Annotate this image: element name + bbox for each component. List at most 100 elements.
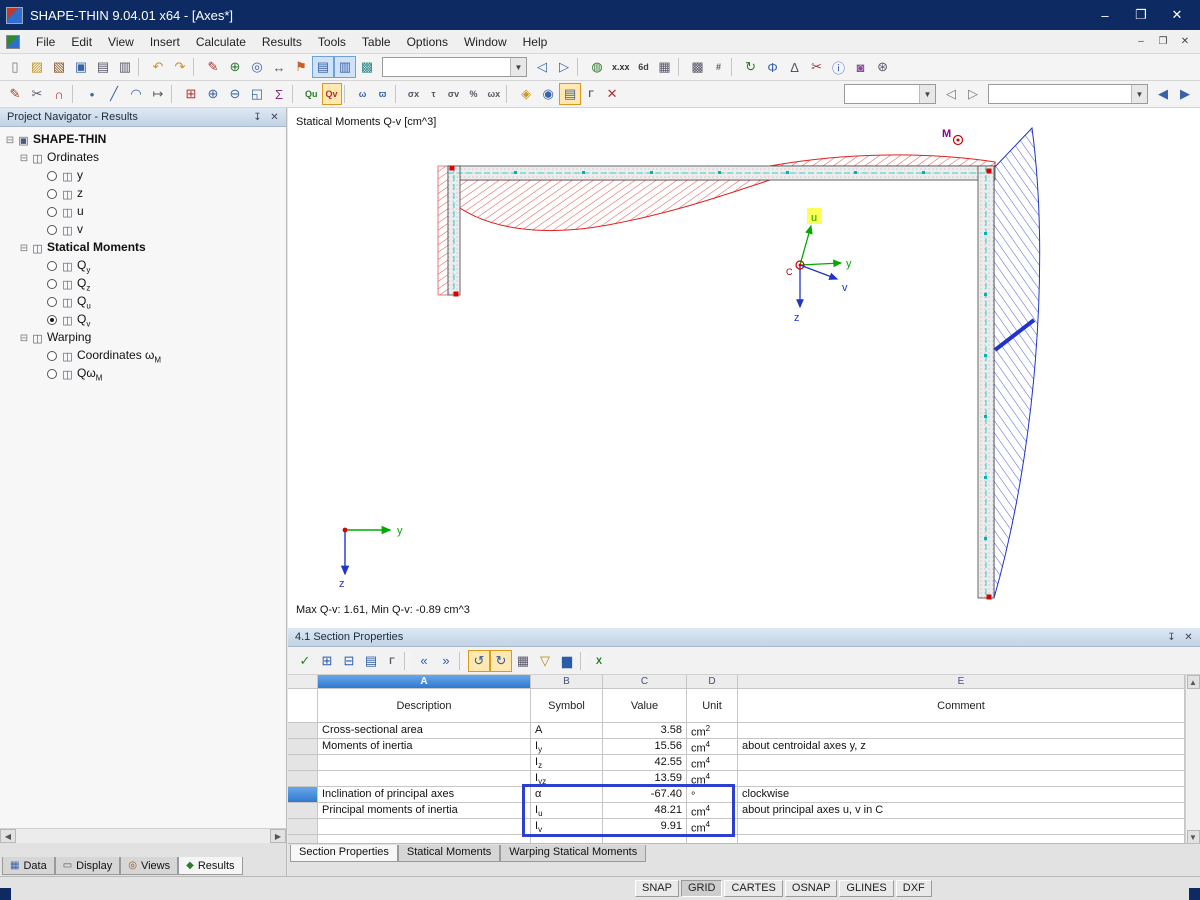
tab-results[interactable]: ◆ Results <box>178 857 242 875</box>
menu-item[interactable]: Tools <box>310 32 354 52</box>
mirror-icon[interactable]: Δ <box>784 56 806 78</box>
result-qu-icon[interactable]: Qu <box>301 83 322 105</box>
tree-item-qv[interactable]: ◫ Qv <box>0 311 286 329</box>
combo1-back-icon[interactable]: ◁ <box>940 83 962 105</box>
menu-item[interactable]: Help <box>515 32 556 52</box>
cell-value[interactable]: 13.59 <box>603 771 687 787</box>
menu-item[interactable]: Edit <box>63 32 100 52</box>
row-header[interactable] <box>288 755 318 771</box>
toolbar-icon[interactable] <box>72 85 79 103</box>
radio-icon[interactable] <box>47 369 57 379</box>
toggle-snap[interactable]: SNAP <box>635 880 679 897</box>
cell-description[interactable]: Cross-sectional area <box>318 723 531 739</box>
table-insert-icon[interactable]: ⊞ <box>316 650 338 672</box>
tree-expander-icon[interactable]: ⊟ <box>18 243 30 254</box>
toolbar-icon[interactable] <box>395 85 402 103</box>
tree-item-qu[interactable]: ◫ Qu <box>0 293 286 311</box>
cell-description[interactable] <box>318 819 531 835</box>
toggle-osnap[interactable]: OSNAP <box>785 880 838 897</box>
cell-comment[interactable] <box>738 771 1185 787</box>
print-preview-icon[interactable]: ▥ <box>114 56 136 78</box>
cell-description[interactable]: Inclination of principal axes <box>318 787 531 803</box>
jump-prev-icon[interactable]: « <box>413 650 435 672</box>
render-icon[interactable]: ▩ <box>356 56 378 78</box>
menu-item[interactable]: File <box>28 32 63 52</box>
row-header[interactable] <box>288 819 318 835</box>
options-icon[interactable]: ⊛ <box>872 56 894 78</box>
table-vscrollbar[interactable]: ▲ ▼ <box>1185 675 1200 844</box>
tab-data[interactable]: ▦ Data <box>2 857 55 875</box>
tree-expander-icon[interactable]: ⊟ <box>18 333 30 344</box>
result-qv-icon[interactable]: Qv <box>322 83 342 105</box>
tree-expander-icon[interactable]: ⊟ <box>18 153 30 164</box>
info-icon[interactable]: ⓘ <box>828 56 850 78</box>
cell-unit[interactable]: cm4 <box>687 739 738 755</box>
row-header[interactable] <box>288 803 318 819</box>
trim-icon[interactable]: ✂ <box>26 83 48 105</box>
scroll-down-icon[interactable]: ▼ <box>1187 830 1200 844</box>
column-letter-d[interactable]: D <box>687 675 738 689</box>
column-letter-c[interactable]: C <box>603 675 687 689</box>
close-results-icon[interactable]: ✕ <box>601 83 623 105</box>
toolbar-icon[interactable] <box>506 85 513 103</box>
printout-report-icon[interactable]: ▥ <box>334 56 356 78</box>
tree-item-coordinates-wm[interactable]: ◫ Coordinates ωM <box>0 347 286 365</box>
cell-comment[interactable]: about centroidal axes y, z <box>738 739 1185 755</box>
minimize-button[interactable]: – <box>1088 4 1122 26</box>
cell-value[interactable]: 9.91 <box>603 819 687 835</box>
tree-item-y[interactable]: ◫ y <box>0 167 286 185</box>
result-tau-icon[interactable]: τ <box>424 83 444 105</box>
visibility-icon[interactable]: ◈ <box>515 83 537 105</box>
row-header[interactable] <box>288 787 318 803</box>
cell-symbol[interactable]: Iv <box>531 819 603 835</box>
chevron-down-icon[interactable]: ▼ <box>1131 85 1147 103</box>
menu-item[interactable]: Insert <box>142 32 188 52</box>
resize-grip[interactable] <box>1189 888 1200 900</box>
cell-value[interactable]: -67.40 <box>603 787 687 803</box>
maximize-button[interactable]: ❐ <box>1124 4 1158 26</box>
tree-item-qy[interactable]: ◫ Qy <box>0 257 286 275</box>
toolbar-combo[interactable]: ▼ <box>382 57 527 77</box>
filter-icon[interactable]: ▽ <box>534 650 556 672</box>
cell-unit[interactable]: cm4 <box>687 803 738 819</box>
control-panel-icon[interactable]: ▤ <box>559 83 581 105</box>
cell-value[interactable]: 3.58 <box>603 723 687 739</box>
chart-icon[interactable]: ▆ <box>556 650 578 672</box>
radio-icon[interactable] <box>47 297 57 307</box>
section-drawing[interactable]: M u y v z C y z <box>288 108 1200 628</box>
redo-icon[interactable]: ↷ <box>169 56 191 78</box>
cell-unit[interactable]: cm4 <box>687 819 738 835</box>
combo2-forward-icon[interactable]: ▶ <box>1174 83 1196 105</box>
tab-statical-moments[interactable]: Statical Moments <box>398 845 500 862</box>
tree-item-shape-thin[interactable]: ⊟ ▣ SHAPE-THIN <box>0 131 286 149</box>
excel-export-icon[interactable]: X <box>589 650 609 672</box>
cell-unit[interactable]: cm2 <box>687 723 738 739</box>
zoom-in-icon[interactable]: ⊕ <box>224 56 246 78</box>
open-icon[interactable]: ▨ <box>26 56 48 78</box>
flag-icon[interactable]: ⚑ <box>290 56 312 78</box>
dimension-icon[interactable]: ↦ <box>147 83 169 105</box>
result-sigma-v-icon[interactable]: σv <box>444 83 464 105</box>
result-omega-icon[interactable]: ω <box>353 83 373 105</box>
toggle-grid[interactable]: GRID <box>681 880 723 897</box>
menu-item[interactable]: Calculate <box>188 32 254 52</box>
cell-description[interactable]: Principal moments of inertia <box>318 803 531 819</box>
tree-item-v[interactable]: ◫ v <box>0 221 286 239</box>
cell-description[interactable] <box>318 755 531 771</box>
arc-new-icon[interactable]: ◠ <box>125 83 147 105</box>
menu-item[interactable]: Window <box>456 32 515 52</box>
tab-warping-statical-moments[interactable]: Warping Statical Moments <box>500 845 646 862</box>
zoom-all-icon[interactable]: ◎ <box>246 56 268 78</box>
radio-icon[interactable] <box>47 189 57 199</box>
cell-description[interactable] <box>318 771 531 787</box>
line-new-icon[interactable]: ╱ <box>103 83 125 105</box>
radio-icon[interactable] <box>47 279 57 289</box>
tree-item-z[interactable]: ◫ z <box>0 185 286 203</box>
cell-comment[interactable]: about principal axes u, v in C <box>738 803 1185 819</box>
archive-icon[interactable]: ▧ <box>48 56 70 78</box>
new-icon[interactable]: ▯ <box>4 56 26 78</box>
cell-comment[interactable] <box>738 819 1185 835</box>
cell-unit[interactable]: cm4 <box>687 755 738 771</box>
cell-comment[interactable]: clockwise <box>738 787 1185 803</box>
nav-back-icon[interactable]: ◁ <box>531 56 553 78</box>
